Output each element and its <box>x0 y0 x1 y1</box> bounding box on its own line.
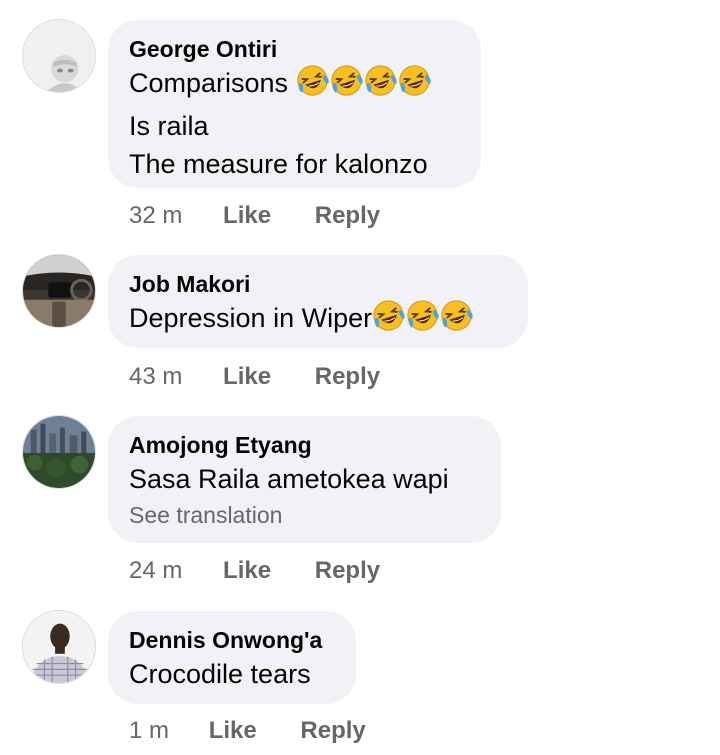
comment-actions: 1 m Like Reply <box>129 717 366 745</box>
laughing-emoji-group <box>372 299 474 342</box>
avatar[interactable] <box>22 610 96 684</box>
comment-actions: 24 m Like Reply <box>129 557 380 585</box>
comment-timestamp[interactable]: 24 m <box>129 557 182 585</box>
cityscape-avatar-icon <box>23 416 95 488</box>
face-with-tears-of-joy-icon <box>372 299 405 332</box>
comment-timestamp[interactable]: 43 m <box>129 363 182 391</box>
see-translation-link[interactable]: See translation <box>129 498 479 532</box>
comment-actions: 32 m Like Reply <box>129 202 380 230</box>
like-button[interactable]: Like <box>223 202 271 230</box>
comment-timestamp[interactable]: 32 m <box>129 202 182 230</box>
comment-text-line: Comparisons <box>129 64 459 107</box>
comment-bubble[interactable]: Dennis Onwong'a Crocodile tears <box>108 611 356 704</box>
comment-text-line: Crocodile tears <box>129 659 311 689</box>
like-button[interactable]: Like <box>223 557 271 585</box>
comment-author[interactable]: George Ontiri <box>129 34 459 64</box>
comment-text-line: Depression in Wiper <box>129 299 506 342</box>
comment-text-line: The measure for kalonzo <box>129 149 428 179</box>
face-with-tears-of-joy-icon <box>440 299 473 332</box>
car-interior-avatar-icon <box>23 255 95 327</box>
comment-actions: 43 m Like Reply <box>129 363 380 391</box>
comment-author[interactable]: Amojong Etyang <box>129 430 479 460</box>
reply-button[interactable]: Reply <box>315 557 380 585</box>
face-with-tears-of-joy-icon <box>330 64 363 97</box>
reply-button[interactable]: Reply <box>315 202 380 230</box>
comment-text-line: Is raila <box>129 111 209 141</box>
like-button[interactable]: Like <box>223 363 271 391</box>
comment-text: Depression in Wiper <box>129 303 373 333</box>
person-avatar-icon <box>23 611 95 683</box>
comment-author[interactable]: Dennis Onwong'a <box>129 625 334 655</box>
reply-button[interactable]: Reply <box>300 717 365 745</box>
comment-timestamp[interactable]: 1 m <box>129 717 169 745</box>
avatar[interactable] <box>22 415 96 489</box>
reply-button[interactable]: Reply <box>315 363 380 391</box>
face-with-tears-of-joy-icon <box>296 64 329 97</box>
avatar[interactable] <box>22 19 96 93</box>
comment-bubble[interactable]: Job Makori Depression in Wiper <box>108 255 528 348</box>
comment-bubble[interactable]: George Ontiri Comparisons Is raila The m… <box>108 20 481 188</box>
comment-text-line: Sasa Raila ametokea wapi <box>129 464 449 494</box>
face-with-tears-of-joy-icon <box>398 64 431 97</box>
comment-bubble[interactable]: Amojong Etyang Sasa Raila ametokea wapi … <box>108 416 501 543</box>
face-with-tears-of-joy-icon <box>406 299 439 332</box>
laughing-emoji-group <box>296 64 432 107</box>
person-avatar-icon <box>23 20 95 92</box>
face-with-tears-of-joy-icon <box>364 64 397 97</box>
comment-author[interactable]: Job Makori <box>129 269 506 299</box>
like-button[interactable]: Like <box>209 717 257 745</box>
avatar[interactable] <box>22 254 96 328</box>
comment-text: Comparisons <box>129 68 289 98</box>
